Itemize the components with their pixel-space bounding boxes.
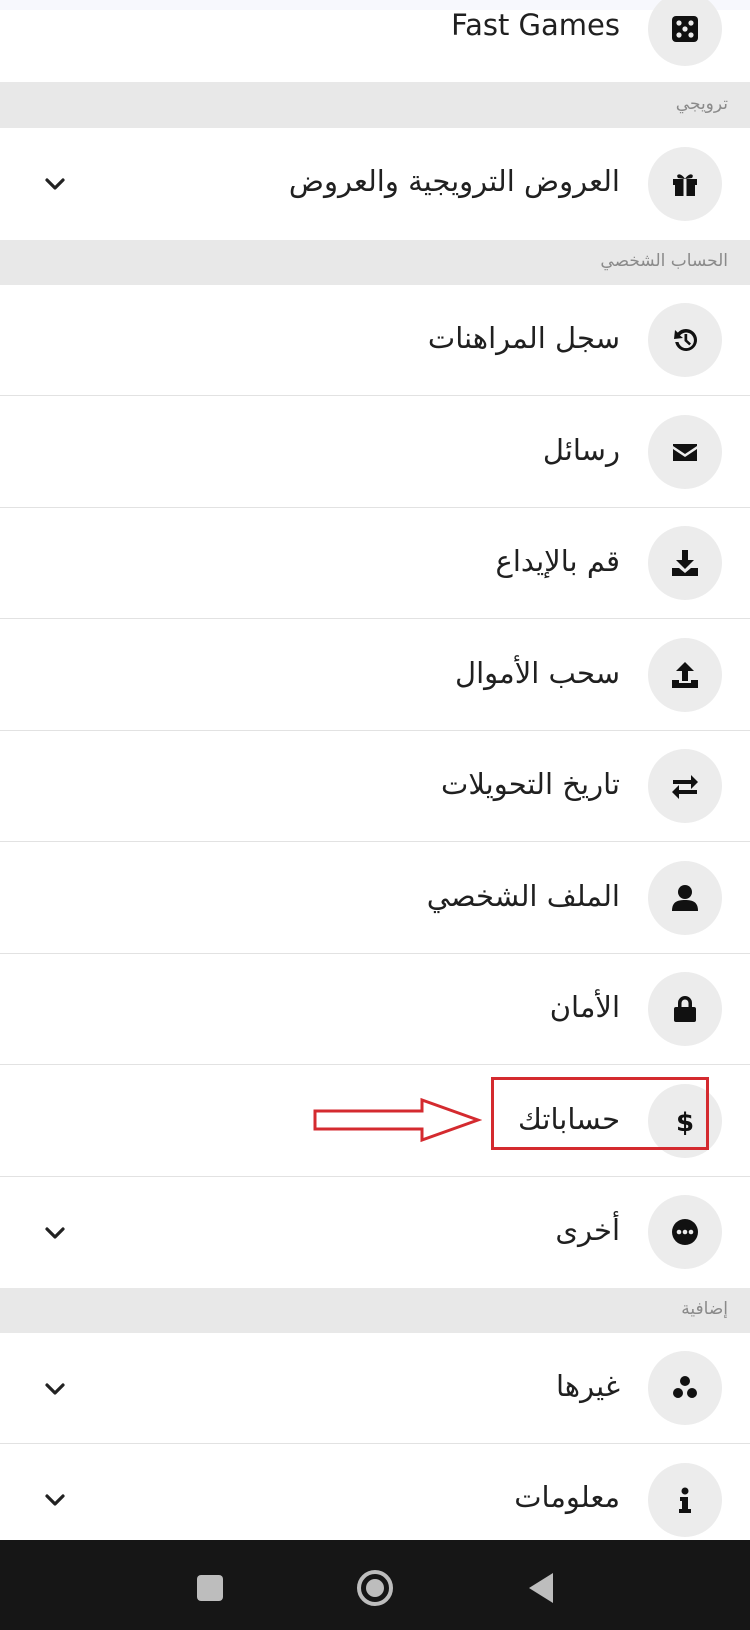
lock-icon [648,972,722,1046]
menu-item-security[interactable]: الأمان [0,954,750,1065]
menu-item-label: Fast Games [451,8,620,42]
menu-item-label: معلومات [514,1480,620,1514]
menu-item-label: العروض الترويجية والعروض [288,164,620,198]
chevron-down-icon[interactable] [40,1218,70,1248]
menu-item-label: سحب الأموال [455,656,620,690]
menu-item-others[interactable]: غيرها [0,1333,750,1444]
menu-item-profile[interactable]: الملف الشخصي [0,842,750,954]
menu-item-promotions[interactable]: العروض الترويجية والعروض [0,128,750,240]
annotation-highlight-box [491,1077,709,1150]
gift-icon [648,147,722,221]
menu-item-label: الملف الشخصي [426,879,620,913]
menu-item-transfer-history[interactable]: تاريخ التحويلات [0,731,750,842]
menu-item-information[interactable]: معلومات [0,1444,750,1540]
section-title: ترويجي [675,94,728,114]
transfer-icon [648,749,722,823]
menu-item-label: رسائل [542,433,620,467]
menu-item-messages[interactable]: رسائل [0,396,750,508]
menu-item-withdraw[interactable]: سحب الأموال [0,619,750,731]
section-title: الحساب الشخصي [600,251,728,271]
dice-icon [648,0,722,66]
menu-item-label: تاريخ التحويلات [441,767,620,801]
home-button[interactable] [352,1565,398,1611]
system-navigation-bar [0,1540,750,1630]
recent-apps-button[interactable] [190,1568,230,1608]
section-header-promo: ترويجي [0,82,750,128]
menu-item-bet-history[interactable]: سجل المراهنات [0,285,750,396]
envelope-icon [648,415,722,489]
chevron-down-icon[interactable] [40,1485,70,1515]
three-dots-cluster-icon [648,1351,722,1425]
section-header-personal-account: الحساب الشخصي [0,240,750,285]
menu-item-label: غيرها [555,1369,620,1403]
chevron-down-icon[interactable] [40,169,70,199]
back-triangle-icon [529,1573,553,1603]
menu-item-deposit[interactable]: قم بالإيداع [0,508,750,619]
user-icon [648,861,722,935]
annotation-arrow-icon [313,1097,482,1143]
upload-icon [648,638,722,712]
menu-item-fast-games[interactable]: Fast Games [0,0,750,82]
chevron-down-icon[interactable] [40,1374,70,1404]
section-header-extra: إضافية [0,1288,750,1333]
download-icon [648,526,722,600]
menu-item-label: سجل المراهنات [427,321,620,355]
menu-item-label: أخرى [555,1213,620,1247]
menu-item-label: الأمان [549,990,620,1024]
section-title: إضافية [681,1299,728,1319]
back-button[interactable] [518,1565,564,1611]
home-circle-icon [357,1570,393,1606]
history-icon [648,303,722,377]
more-dots-icon [648,1195,722,1269]
menu-item-label: قم بالإيداع [495,544,620,578]
menu-item-other[interactable]: أخرى [0,1177,750,1288]
info-icon [648,1463,722,1537]
square-icon [197,1575,223,1601]
